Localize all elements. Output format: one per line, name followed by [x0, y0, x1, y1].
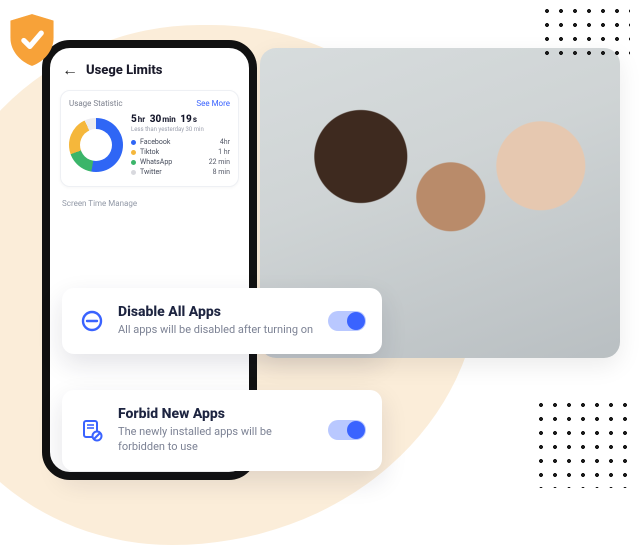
list-item: Facebook 4hr	[131, 138, 230, 146]
dot-icon	[131, 160, 136, 165]
total-usage-value: 5hr 30min 19s	[131, 114, 230, 125]
dot-icon	[131, 170, 136, 175]
disable-apps-desc: All apps will be disabled after turning …	[118, 323, 316, 338]
phone-header: ← Usege Limits	[60, 58, 239, 90]
list-item: Twitter 8 min	[131, 168, 230, 176]
forbid-apps-card: Forbid New Apps The newly installed apps…	[62, 390, 382, 471]
see-more-link[interactable]: See More	[196, 99, 230, 108]
list-item: WhatsApp 22 min	[131, 158, 230, 166]
dot-icon	[131, 140, 136, 145]
usage-donut-chart	[69, 118, 123, 172]
forbid-apps-desc: The newly installed apps will be forbidd…	[118, 425, 316, 455]
forbid-apps-toggle[interactable]	[328, 420, 366, 440]
back-arrow-icon[interactable]: ←	[62, 60, 78, 80]
disable-apps-card: Disable All Apps All apps will be disabl…	[62, 288, 382, 354]
disable-apps-title: Disable All Apps	[118, 304, 316, 320]
stat-heading: Usage Statistic	[69, 99, 123, 108]
disable-apps-toggle[interactable]	[328, 311, 366, 331]
shield-check-icon	[6, 12, 58, 68]
manage-section-label: Screen Time Manage	[62, 199, 237, 208]
usage-stat-card: Usage Statistic See More 5hr 30min 19s L…	[60, 90, 239, 187]
dot-grid-bottom	[534, 398, 634, 488]
disable-icon	[78, 307, 106, 335]
dot-icon	[131, 150, 136, 155]
dot-grid-top	[540, 4, 630, 64]
forbid-apps-title: Forbid New Apps	[118, 406, 316, 422]
forbid-icon	[78, 416, 106, 444]
list-item: Tiktok 1 hr	[131, 148, 230, 156]
app-breakdown-list: Facebook 4hr Tiktok 1 hr WhatsApp 22 min…	[131, 138, 230, 176]
page-title: Usege Limits	[86, 63, 162, 78]
delta-text: Less than yesterday 30 min	[131, 126, 230, 133]
